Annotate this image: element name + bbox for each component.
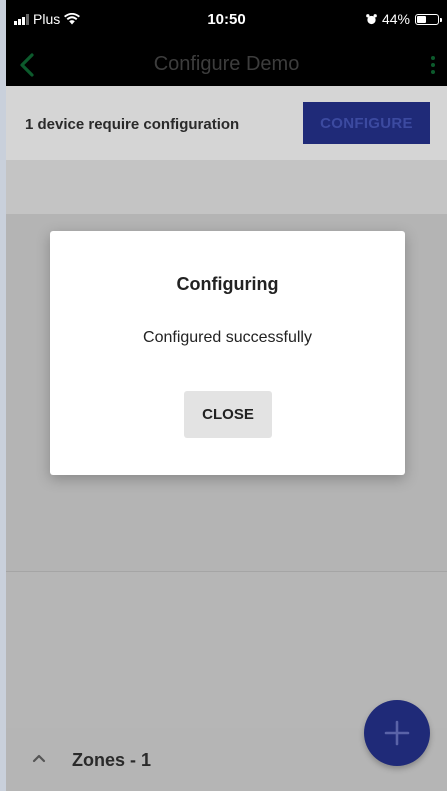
add-button[interactable]	[364, 700, 430, 766]
chevron-up-icon[interactable]	[30, 750, 48, 768]
configuring-dialog: Configuring Configured successfully CLOS…	[50, 231, 405, 475]
dialog-message: Configured successfully	[143, 329, 312, 346]
status-bar: Plus 10:50 44%	[6, 0, 447, 44]
content-band	[6, 160, 447, 214]
page-title: Configure Demo	[153, 53, 300, 75]
close-button[interactable]: CLOSE	[184, 391, 272, 438]
app-bar: Configure Demo	[6, 44, 447, 86]
alarm-icon	[366, 13, 377, 24]
configure-button[interactable]: CONFIGURE	[303, 102, 430, 144]
status-right: 44%	[366, 11, 442, 27]
zones-label: Zones - 1	[72, 750, 152, 770]
phone-screen: Plus 10:50 44% Configure Demo 1 device r…	[6, 0, 447, 791]
configuration-banner: 1 device require configuration CONFIGURE	[6, 86, 447, 160]
configuration-message: 1 device require configuration	[25, 116, 240, 133]
dialog-title: Configuring	[176, 274, 279, 294]
battery-icon	[415, 13, 442, 25]
plus-icon	[384, 720, 410, 746]
battery-percent: 44%	[381, 11, 410, 27]
more-vert-icon[interactable]	[425, 50, 441, 80]
